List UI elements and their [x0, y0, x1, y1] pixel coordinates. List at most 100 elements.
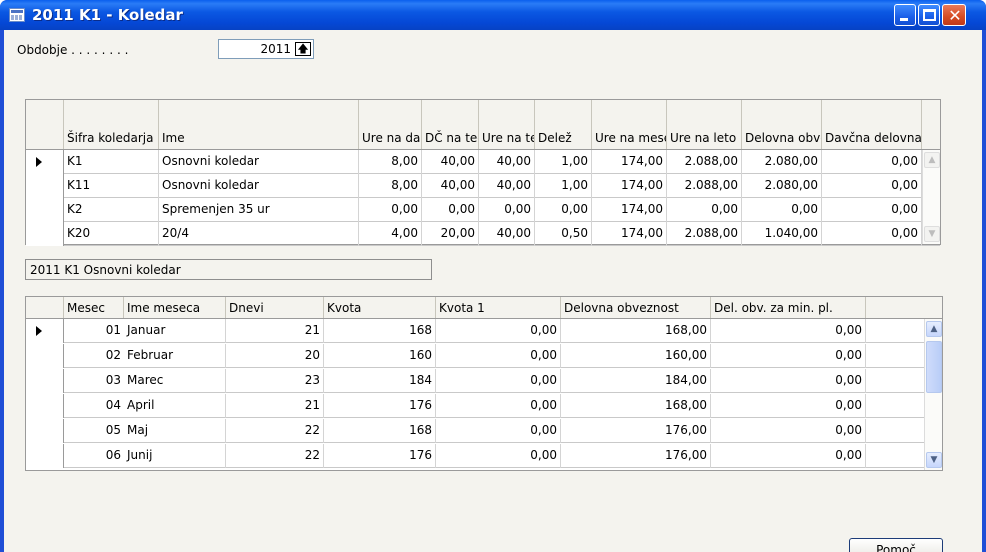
table-cell[interactable]: K1: [64, 150, 159, 174]
row-selector[interactable]: [26, 222, 64, 246]
table-cell[interactable]: 168,00: [561, 319, 711, 343]
table-cell[interactable]: 1,00: [535, 150, 592, 174]
table-cell[interactable]: 05: [64, 419, 124, 443]
row-selector[interactable]: [26, 319, 64, 343]
calendar-table-scrollbar[interactable]: ▲ ▼: [922, 150, 940, 244]
table-cell[interactable]: 0,00: [822, 222, 922, 246]
table-cell[interactable]: 0,00: [535, 198, 592, 222]
table-cell[interactable]: 176,00: [561, 419, 711, 443]
table-cell[interactable]: 1.040,00: [742, 222, 822, 246]
table-cell[interactable]: 2.080,00: [742, 174, 822, 198]
table-cell[interactable]: 168,00: [561, 394, 711, 418]
table-cell[interactable]: 0,00: [711, 344, 866, 368]
row-selector[interactable]: [26, 174, 64, 198]
month-table-scrollbar[interactable]: ▲ ▼: [924, 319, 942, 470]
table-cell[interactable]: Junij: [124, 444, 226, 468]
table-cell[interactable]: 8,00: [359, 174, 422, 198]
table-cell[interactable]: 8,00: [359, 150, 422, 174]
row-selector[interactable]: [26, 344, 64, 368]
row-selector[interactable]: [26, 444, 64, 468]
table-row[interactable]: K1 Osnovni koledar 8,00 40,00 40,00 1,00 174,0…: [26, 150, 940, 174]
table-cell[interactable]: 40,00: [479, 222, 535, 246]
table-row[interactable]: 06 Junij 22 176 0,00 176,00 0,00: [26, 444, 942, 468]
column-header[interactable]: Davčna delovna …: [822, 100, 922, 149]
table-cell[interactable]: Februar: [124, 344, 226, 368]
column-header[interactable]: Mesec: [64, 297, 124, 318]
table-cell[interactable]: 0,00: [436, 419, 561, 443]
table-cell[interactable]: Maj: [124, 419, 226, 443]
column-header[interactable]: Kvota: [324, 297, 436, 318]
table-cell[interactable]: 0,00: [711, 419, 866, 443]
table-cell[interactable]: 0,00: [479, 198, 535, 222]
table-cell[interactable]: 0,50: [535, 222, 592, 246]
table-cell[interactable]: 0,00: [436, 394, 561, 418]
table-cell[interactable]: 21: [226, 394, 324, 418]
row-selector[interactable]: [26, 369, 64, 393]
table-cell[interactable]: 0,00: [822, 198, 922, 222]
table-cell[interactable]: 20/4: [159, 222, 359, 246]
table-cell[interactable]: 02: [64, 344, 124, 368]
column-header[interactable]: Ure na teden: [479, 100, 535, 149]
table-cell[interactable]: 0,00: [711, 369, 866, 393]
table-cell[interactable]: 01: [64, 319, 124, 343]
table-cell[interactable]: 0,00: [711, 319, 866, 343]
table-cell[interactable]: 160,00: [561, 344, 711, 368]
minimize-button[interactable]: [894, 4, 916, 26]
table-row[interactable]: 04 April 21 176 0,00 168,00 0,00: [26, 394, 942, 418]
column-header[interactable]: Delež: [535, 100, 592, 149]
column-header[interactable]: DČ na teden: [422, 100, 479, 149]
table-cell[interactable]: 0,00: [436, 369, 561, 393]
table-cell[interactable]: 174,00: [592, 150, 667, 174]
table-row[interactable]: 05 Maj 22 168 0,00 176,00 0,00: [26, 419, 942, 443]
period-field[interactable]: 2011 🡅: [218, 39, 314, 59]
column-header[interactable]: Ime: [159, 100, 359, 149]
table-cell[interactable]: 176: [324, 444, 436, 468]
table-cell[interactable]: 176: [324, 394, 436, 418]
column-header[interactable]: Del. obv. za min. pl.: [711, 297, 866, 318]
table-cell[interactable]: 0,00: [436, 319, 561, 343]
table-cell[interactable]: 0,00: [359, 198, 422, 222]
table-cell[interactable]: Osnovni koledar: [159, 150, 359, 174]
table-cell[interactable]: 0,00: [822, 150, 922, 174]
table-cell[interactable]: 2.088,00: [667, 222, 742, 246]
table-cell[interactable]: 4,00: [359, 222, 422, 246]
scroll-down-icon[interactable]: ▼: [924, 226, 940, 242]
column-header[interactable]: Dnevi: [226, 297, 324, 318]
column-header[interactable]: Ure na mesec: [592, 100, 667, 149]
table-cell[interactable]: 176,00: [561, 444, 711, 468]
table-cell[interactable]: 184,00: [561, 369, 711, 393]
table-cell[interactable]: 0,00: [667, 198, 742, 222]
table-cell[interactable]: 174,00: [592, 198, 667, 222]
row-selector[interactable]: [26, 419, 64, 443]
scroll-up-icon[interactable]: ▲: [926, 321, 942, 337]
table-cell[interactable]: Januar: [124, 319, 226, 343]
close-button[interactable]: ✕: [942, 4, 966, 26]
period-lookup-button[interactable]: 🡅: [295, 42, 311, 56]
table-cell[interactable]: Marec: [124, 369, 226, 393]
table-cell[interactable]: 2.088,00: [667, 174, 742, 198]
table-cell[interactable]: 40,00: [422, 150, 479, 174]
table-cell[interactable]: K11: [64, 174, 159, 198]
table-cell[interactable]: 22: [226, 419, 324, 443]
table-cell[interactable]: 0,00: [436, 344, 561, 368]
table-cell[interactable]: 03: [64, 369, 124, 393]
table-cell[interactable]: 0,00: [742, 198, 822, 222]
column-header[interactable]: Ure na leto: [667, 100, 742, 149]
table-cell[interactable]: 40,00: [422, 174, 479, 198]
scroll-thumb[interactable]: [926, 341, 942, 393]
table-cell[interactable]: 0,00: [711, 394, 866, 418]
row-selector[interactable]: [26, 394, 64, 418]
column-header[interactable]: Ime meseca: [124, 297, 226, 318]
table-cell[interactable]: 184: [324, 369, 436, 393]
row-selector[interactable]: [26, 198, 64, 222]
table-row[interactable]: 02 Februar 20 160 0,00 160,00 0,00: [26, 344, 942, 368]
column-header[interactable]: Kvota 1: [436, 297, 561, 318]
table-row[interactable]: 01 Januar 21 168 0,00 168,00 0,00: [26, 319, 942, 343]
table-cell[interactable]: 20,00: [422, 222, 479, 246]
table-row[interactable]: K20 20/4 4,00 20,00 40,00 0,50 174,00 2.088,00 1…: [26, 222, 940, 246]
table-cell[interactable]: K20: [64, 222, 159, 246]
table-cell[interactable]: 21: [226, 319, 324, 343]
maximize-button[interactable]: [918, 4, 940, 26]
table-cell[interactable]: 0,00: [711, 444, 866, 468]
table-cell[interactable]: 40,00: [479, 174, 535, 198]
